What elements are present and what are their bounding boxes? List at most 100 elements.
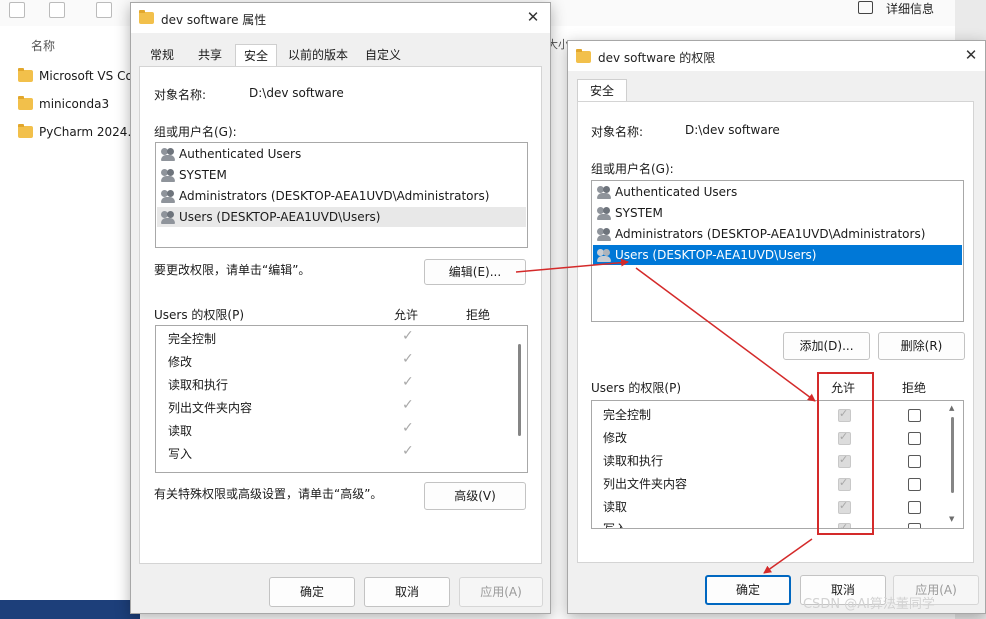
- object-name-label: 对象名称:: [591, 125, 644, 139]
- tab-bar: 安全: [576, 79, 977, 102]
- scrollbar-thumb[interactable]: [518, 344, 521, 436]
- user-name: SYSTEM: [179, 168, 227, 182]
- allow-checkbox: [838, 407, 851, 422]
- tab-security[interactable]: 安全: [235, 44, 277, 67]
- edit-button[interactable]: 编辑(E)...: [424, 259, 526, 285]
- watermark: CSDN @AI算法董同学: [803, 597, 935, 612]
- allow-checkbox: [838, 430, 851, 445]
- scrollbar-thumb[interactable]: [951, 417, 954, 493]
- tab-previous-versions[interactable]: 以前的版本: [285, 46, 351, 64]
- scroll-down-icon[interactable]: ▼: [949, 515, 954, 523]
- user-item-selected[interactable]: Users (DESKTOP-AEA1UVD\Users): [593, 245, 962, 265]
- advanced-button[interactable]: 高级(V): [424, 482, 526, 510]
- allow-checkbox: [838, 476, 851, 491]
- allow-check-icon: ✓: [402, 397, 414, 413]
- folder-name: miniconda3: [39, 97, 110, 111]
- permissions-list: 完全控制 修改 读取和执行 列出文件夹内容 读取 写入 ▲ ▼: [591, 400, 964, 529]
- close-button[interactable]: ✕: [522, 7, 544, 27]
- user-item[interactable]: SYSTEM: [157, 165, 526, 185]
- permission-row: 修改: [603, 431, 628, 445]
- tab-sharing[interactable]: 共享: [193, 46, 227, 64]
- users-icon: [161, 168, 177, 182]
- tab-bar: 常规 共享 安全 以前的版本 自定义: [139, 44, 542, 67]
- close-button[interactable]: ✕: [960, 45, 982, 65]
- users-icon: [161, 189, 177, 203]
- allow-check-icon: ✓: [402, 443, 414, 459]
- permission-row: 完全控制: [603, 408, 652, 422]
- deny-checkbox[interactable]: [908, 455, 921, 468]
- user-item[interactable]: Authenticated Users: [593, 182, 962, 202]
- copy-icon[interactable]: [9, 2, 25, 18]
- user-item[interactable]: Users (DESKTOP-AEA1UVD\Users): [157, 207, 526, 227]
- users-icon: [597, 185, 613, 199]
- deny-checkbox[interactable]: [908, 523, 921, 528]
- group-user-label: 组或用户名(G):: [591, 162, 674, 176]
- cancel-button[interactable]: 取消: [364, 577, 450, 607]
- users-icon: [161, 210, 177, 224]
- folder-icon: [139, 10, 154, 24]
- tab-security[interactable]: 安全: [577, 79, 627, 102]
- folder-row[interactable]: PyCharm 2024.2: [18, 122, 139, 142]
- deny-checkbox[interactable]: [908, 501, 921, 514]
- allow-check-icon: ✓: [402, 328, 414, 344]
- permission-row: 读取: [603, 500, 628, 514]
- ok-button[interactable]: 确定: [269, 577, 355, 607]
- name-column-header[interactable]: 名称: [31, 37, 55, 54]
- title-bar: dev software 属性 ✕: [131, 3, 550, 33]
- allow-checkbox: [838, 453, 851, 468]
- folder-row[interactable]: miniconda3: [18, 94, 109, 114]
- tab-general[interactable]: 常规: [145, 46, 179, 64]
- allow-column-header: 允许: [831, 381, 856, 395]
- user-item[interactable]: SYSTEM: [593, 203, 962, 223]
- deny-column-header: 拒绝: [466, 308, 491, 322]
- user-item[interactable]: Authenticated Users: [157, 144, 526, 164]
- object-name-label: 对象名称:: [154, 88, 207, 102]
- deny-checkbox[interactable]: [908, 432, 921, 445]
- users-icon: [597, 248, 613, 262]
- permission-row: 完全控制: [168, 332, 217, 346]
- allow-checkbox: [838, 499, 851, 514]
- apply-button[interactable]: 应用(A): [459, 577, 543, 607]
- permissions-dialog: dev software 的权限 ✕ 安全 对象名称: D:\dev softw…: [567, 40, 986, 614]
- user-listbox[interactable]: Authenticated Users SYSTEM Administrator…: [591, 180, 964, 322]
- permission-row: 修改: [168, 355, 193, 369]
- permission-row: 写入: [168, 447, 193, 461]
- user-listbox[interactable]: Authenticated Users SYSTEM Administrator…: [155, 142, 528, 248]
- allow-check-icon: ✓: [402, 351, 414, 367]
- security-panel: 对象名称: D:\dev software 组或用户名(G): Authenti…: [577, 101, 974, 563]
- deny-checkbox[interactable]: [908, 409, 921, 422]
- deny-checkbox[interactable]: [908, 478, 921, 491]
- dialog-title: dev software 属性: [161, 13, 267, 27]
- folder-icon: [576, 49, 591, 63]
- object-name-value: D:\dev software: [249, 86, 344, 100]
- remove-button[interactable]: 删除(R): [878, 332, 965, 360]
- users-icon: [597, 227, 613, 241]
- allow-column-header: 允许: [394, 308, 419, 322]
- deny-column-header: 拒绝: [902, 381, 927, 395]
- rename-icon[interactable]: [96, 2, 112, 18]
- details-pane-icon[interactable]: [858, 1, 873, 14]
- tab-customize[interactable]: 自定义: [361, 46, 405, 64]
- ok-button[interactable]: 确定: [705, 575, 791, 605]
- user-item[interactable]: Administrators (DESKTOP-AEA1UVD\Administ…: [593, 224, 962, 244]
- add-button[interactable]: 添加(D)...: [783, 332, 870, 360]
- permission-row: 读取: [168, 424, 193, 438]
- folder-name: Microsoft VS Co: [39, 69, 133, 83]
- user-name: Administrators (DESKTOP-AEA1UVD\Administ…: [179, 189, 490, 203]
- allow-check-icon: ✓: [402, 420, 414, 436]
- details-button[interactable]: 详细信息: [886, 0, 934, 17]
- folder-icon: [18, 96, 33, 110]
- users-icon: [161, 147, 177, 161]
- paste-icon[interactable]: [49, 2, 65, 18]
- allow-check-icon: ✓: [402, 374, 414, 390]
- user-item[interactable]: Administrators (DESKTOP-AEA1UVD\Administ…: [157, 186, 526, 206]
- scroll-up-icon[interactable]: ▲: [949, 404, 954, 412]
- permission-row: 读取和执行: [168, 378, 229, 392]
- permission-row: 写入: [603, 522, 628, 529]
- user-name: SYSTEM: [615, 206, 663, 220]
- taskbar-fragment: [0, 600, 140, 619]
- folder-row[interactable]: Microsoft VS Co: [18, 66, 133, 86]
- folder-icon: [18, 68, 33, 82]
- dialog-title: dev software 的权限: [598, 51, 716, 65]
- user-name: Authenticated Users: [179, 147, 302, 161]
